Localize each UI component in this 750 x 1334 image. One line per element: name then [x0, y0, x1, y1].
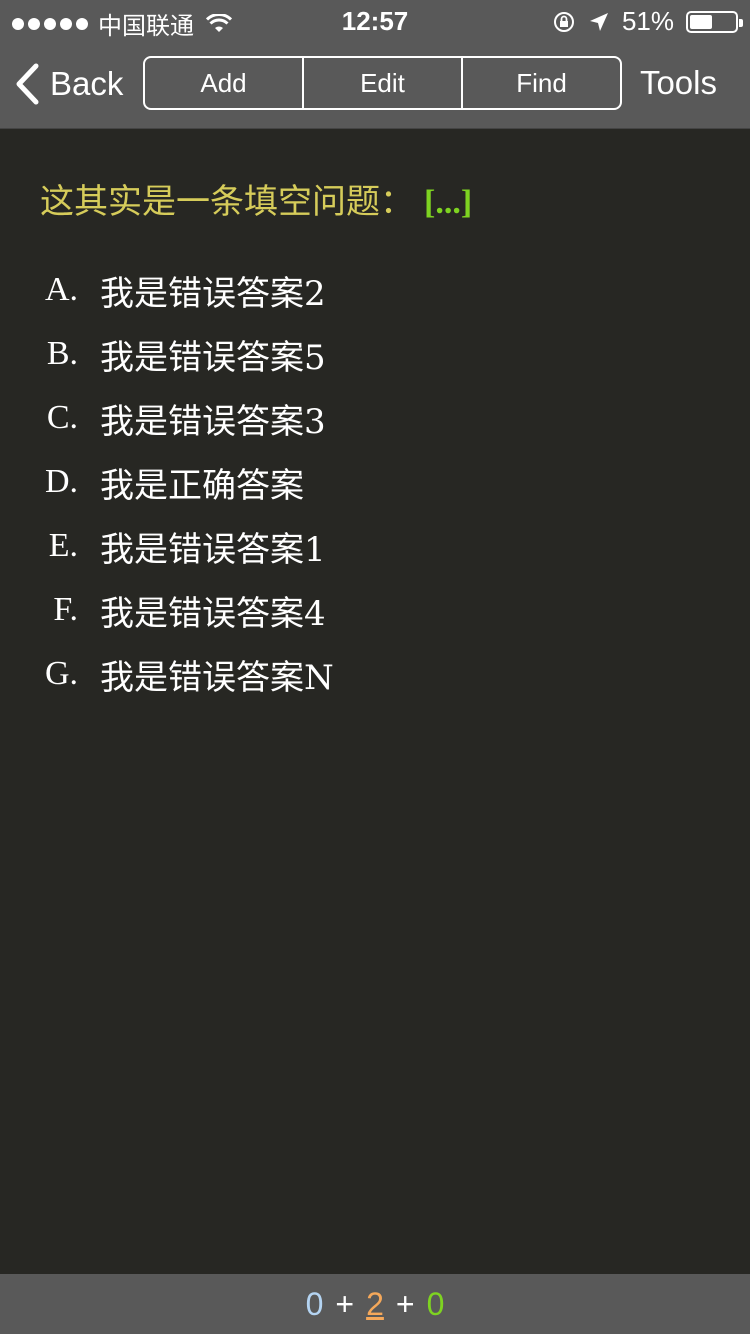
- tools-button[interactable]: Tools: [640, 64, 717, 102]
- option-letter: B.: [46, 335, 78, 372]
- option-text: 我是错误答案3: [100, 401, 326, 442]
- find-button[interactable]: Find: [461, 58, 620, 108]
- option-letter: G.: [44, 655, 78, 692]
- option-text: 我是正确答案: [100, 465, 304, 506]
- location-arrow-icon: [589, 12, 608, 31]
- option-letter: F.: [53, 591, 78, 628]
- option-e[interactable]: E. 我是错误答案1: [0, 514, 750, 578]
- question-text: 这其实是一条填空问题： [...]: [40, 174, 472, 223]
- option-b[interactable]: B. 我是错误答案5: [0, 322, 750, 386]
- back-label: Back: [50, 65, 124, 102]
- score-bar: 0 + 2 + 0: [0, 1274, 750, 1334]
- option-g[interactable]: G. 我是错误答案N: [0, 642, 750, 706]
- option-letter: D.: [44, 463, 78, 500]
- option-f[interactable]: F. 我是错误答案4: [0, 578, 750, 642]
- score-plus: +: [395, 1285, 415, 1322]
- option-a[interactable]: A. 我是错误答案2: [0, 258, 750, 322]
- answer-options: A. 我是错误答案2 B. 我是错误答案5 C. 我是错误答案3 D. 我是正确…: [0, 258, 750, 706]
- back-button[interactable]: Back: [14, 60, 123, 108]
- status-bar: 中国联通 12:57 51%: [0, 0, 750, 40]
- edit-button[interactable]: Edit: [302, 58, 461, 108]
- battery-icon: [686, 10, 743, 33]
- option-c[interactable]: C. 我是错误答案3: [0, 386, 750, 450]
- score-unseen: 0: [305, 1285, 324, 1322]
- option-text: 我是错误答案2: [100, 273, 326, 314]
- option-text: 我是错误答案1: [100, 529, 326, 570]
- status-right: 51%: [552, 6, 743, 37]
- navigation-bar: Back Add Edit Find Tools: [0, 40, 750, 129]
- option-d[interactable]: D. 我是正确答案: [0, 450, 750, 514]
- option-letter: C.: [46, 399, 78, 436]
- blank-placeholder[interactable]: [...]: [424, 184, 472, 221]
- option-letter: E.: [48, 527, 78, 564]
- chevron-left-icon: [16, 63, 39, 105]
- score-wrong[interactable]: 2: [366, 1286, 384, 1323]
- option-text: 我是错误答案N: [100, 657, 334, 698]
- option-text: 我是错误答案5: [100, 337, 326, 378]
- add-button[interactable]: Add: [145, 58, 302, 108]
- segmented-control: Add Edit Find: [143, 56, 622, 110]
- option-letter: A.: [44, 271, 78, 308]
- score-plus: +: [335, 1285, 355, 1322]
- question-label: 这其实是一条填空问题：: [40, 182, 414, 222]
- orientation-lock-icon: [553, 11, 574, 32]
- battery-percent: 51%: [621, 6, 674, 36]
- option-text: 我是错误答案4: [100, 593, 326, 634]
- score-correct: 0: [426, 1285, 445, 1322]
